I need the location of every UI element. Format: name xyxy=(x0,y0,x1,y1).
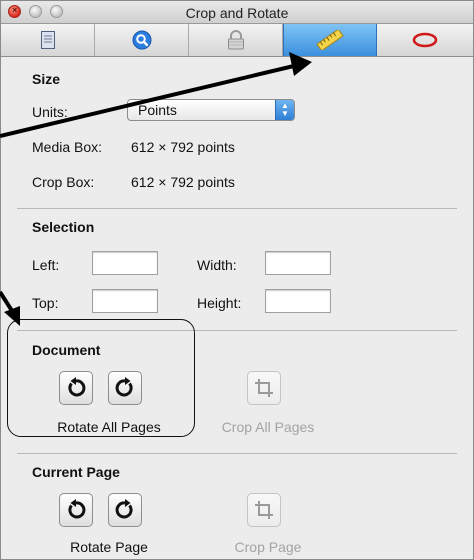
callout-highlight-box xyxy=(7,319,195,437)
left-label: Left: xyxy=(32,257,60,273)
magnifier-icon xyxy=(132,30,151,50)
ruler-icon xyxy=(316,30,344,50)
left-input[interactable] xyxy=(92,251,158,275)
media-box-label: Media Box: xyxy=(32,139,103,155)
size-section-title: Size xyxy=(32,71,61,87)
lock-icon xyxy=(227,30,244,50)
top-label: Top: xyxy=(32,295,59,311)
title-bar: × Crop and Rotate xyxy=(1,1,473,24)
height-input[interactable] xyxy=(265,289,331,313)
rotate-page-left-button[interactable] xyxy=(59,493,93,527)
crop-page-label: Crop Page xyxy=(234,539,302,555)
current-page-section-title: Current Page xyxy=(32,464,120,480)
window-title: Crop and Rotate xyxy=(185,5,289,21)
crop-icon xyxy=(255,501,273,519)
tab-crop-rotate[interactable] xyxy=(283,24,377,56)
tab-annotations[interactable] xyxy=(377,24,473,56)
separator xyxy=(17,453,457,454)
inspector-toolbar xyxy=(1,24,473,57)
selection-section-title: Selection xyxy=(32,219,95,235)
rotate-page-right-button[interactable] xyxy=(108,493,142,527)
tab-encrypt[interactable] xyxy=(189,24,283,56)
width-label: Width: xyxy=(197,257,237,273)
tab-document[interactable] xyxy=(1,24,95,56)
tab-search[interactable] xyxy=(95,24,189,56)
height-label: Height: xyxy=(197,295,242,311)
crop-box-value: 612 × 792 points xyxy=(131,174,235,190)
crop-icon xyxy=(255,379,273,397)
width-input[interactable] xyxy=(265,251,331,275)
top-input[interactable] xyxy=(92,289,158,313)
document-icon xyxy=(40,31,55,49)
rotate-right-icon xyxy=(115,499,133,519)
crop-rotate-window: × Crop and Rotate Size Units: Points ▲ ▼… xyxy=(0,0,474,560)
units-label: Units: xyxy=(32,104,68,120)
crop-all-pages-button[interactable] xyxy=(247,371,281,405)
separator xyxy=(17,208,457,209)
crop-all-pages-label: Crop All Pages xyxy=(221,419,315,435)
crop-page-button[interactable] xyxy=(247,493,281,527)
rotate-page-label: Rotate Page xyxy=(70,539,148,555)
units-select[interactable]: Points ▲ ▼ xyxy=(127,99,295,121)
up-down-arrows-icon: ▲ ▼ xyxy=(275,100,294,120)
media-box-value: 612 × 792 points xyxy=(131,139,235,155)
oval-icon xyxy=(412,32,438,48)
rotate-left-icon xyxy=(68,499,86,519)
units-select-value: Points xyxy=(138,102,177,118)
crop-box-label: Crop Box: xyxy=(32,174,95,190)
